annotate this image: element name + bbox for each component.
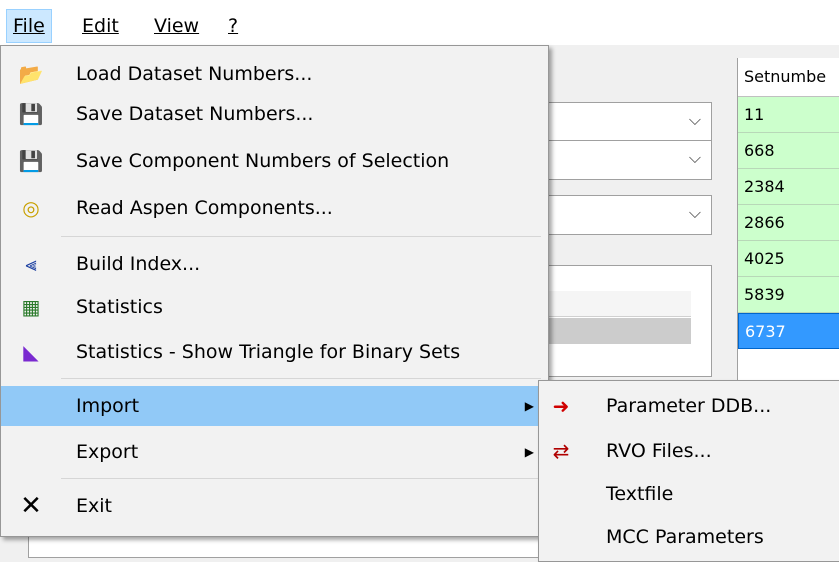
chevron-down-icon: ⌵ — [688, 110, 701, 129]
menu-item-statistics-triangle[interactable]: ◣ Statistics - Show Triangle for Binary … — [1, 332, 548, 372]
tree-index-icon: ⫷ — [25, 252, 37, 276]
submenu-item-rvo-files[interactable]: ⇄ RVO Files... — [539, 431, 839, 471]
aspen-icon: ◎ — [22, 196, 40, 220]
combo-box-1[interactable]: ⌵ — [540, 102, 712, 142]
submenu-arrow-icon: ▶ — [524, 445, 534, 459]
rvo-icon: ⇄ — [552, 439, 570, 463]
floppy-disk-icon: 💾 — [18, 149, 44, 173]
floppy-disk-icon: 💾 — [18, 102, 44, 126]
menu-separator — [61, 378, 541, 379]
menu-item-save-component-numbers[interactable]: 💾 Save Component Numbers of Selection — [1, 141, 548, 181]
import-arrow-icon: ➜ — [552, 394, 570, 418]
menu-edit[interactable]: Edit — [76, 10, 125, 42]
submenu-item-textfile[interactable]: Textfile — [539, 474, 839, 514]
menu-item-load-dataset[interactable]: 📂 Load Dataset Numbers... — [1, 54, 548, 94]
file-menu: 📂 Load Dataset Numbers... 💾 Save Dataset… — [0, 45, 549, 537]
menu-item-exit[interactable]: ✕ Exit — [1, 486, 548, 526]
menu-separator — [61, 236, 541, 237]
menu-item-save-dataset[interactable]: 💾 Save Dataset Numbers... — [1, 94, 548, 134]
menu-item-export[interactable]: Export ▶ — [1, 432, 548, 472]
import-submenu: ➜ Parameter DDB... ⇄ RVO Files... Textfi… — [538, 380, 839, 562]
table-row[interactable]: 2866 — [738, 205, 839, 241]
grid-table-icon: ▦ — [21, 295, 41, 319]
submenu-item-parameter-ddb[interactable]: ➜ Parameter DDB... — [539, 386, 839, 426]
open-folder-icon: 📂 — [18, 62, 44, 86]
menu-item-import[interactable]: Import ▶ — [1, 386, 548, 426]
menu-item-build-index[interactable]: ⫷ Build Index... — [1, 244, 548, 284]
chevron-down-icon: ⌵ — [688, 203, 701, 222]
menu-help[interactable]: ? — [222, 10, 244, 42]
combo-box-2[interactable]: ⌵ — [540, 140, 712, 180]
submenu-arrow-icon: ▶ — [524, 399, 534, 413]
triangle-icon: ◣ — [23, 340, 39, 364]
menu-item-statistics[interactable]: ▦ Statistics — [1, 287, 548, 327]
menu-view[interactable]: View — [148, 10, 205, 42]
menu-separator — [61, 478, 541, 479]
close-icon: ✕ — [20, 491, 42, 521]
table-row[interactable]: 4025 — [738, 241, 839, 277]
combo-box-3[interactable]: ⌵ — [540, 195, 712, 235]
table-row[interactable]: 668 — [738, 133, 839, 169]
submenu-item-mcc-parameters[interactable]: MCC Parameters — [539, 517, 839, 557]
menu-bar: File Edit View ? — [0, 0, 839, 45]
table-row[interactable]: 5839 — [738, 277, 839, 313]
menu-file[interactable]: File — [6, 9, 52, 43]
table-row[interactable]: 2384 — [738, 169, 839, 205]
menu-item-read-aspen[interactable]: ◎ Read Aspen Components... — [1, 188, 548, 228]
table-row-selected[interactable]: 6737 — [738, 313, 839, 349]
chevron-down-icon: ⌵ — [688, 148, 701, 167]
table-header-setnumber[interactable]: Setnumbe — [738, 58, 839, 97]
table-row[interactable]: 11 — [738, 97, 839, 133]
